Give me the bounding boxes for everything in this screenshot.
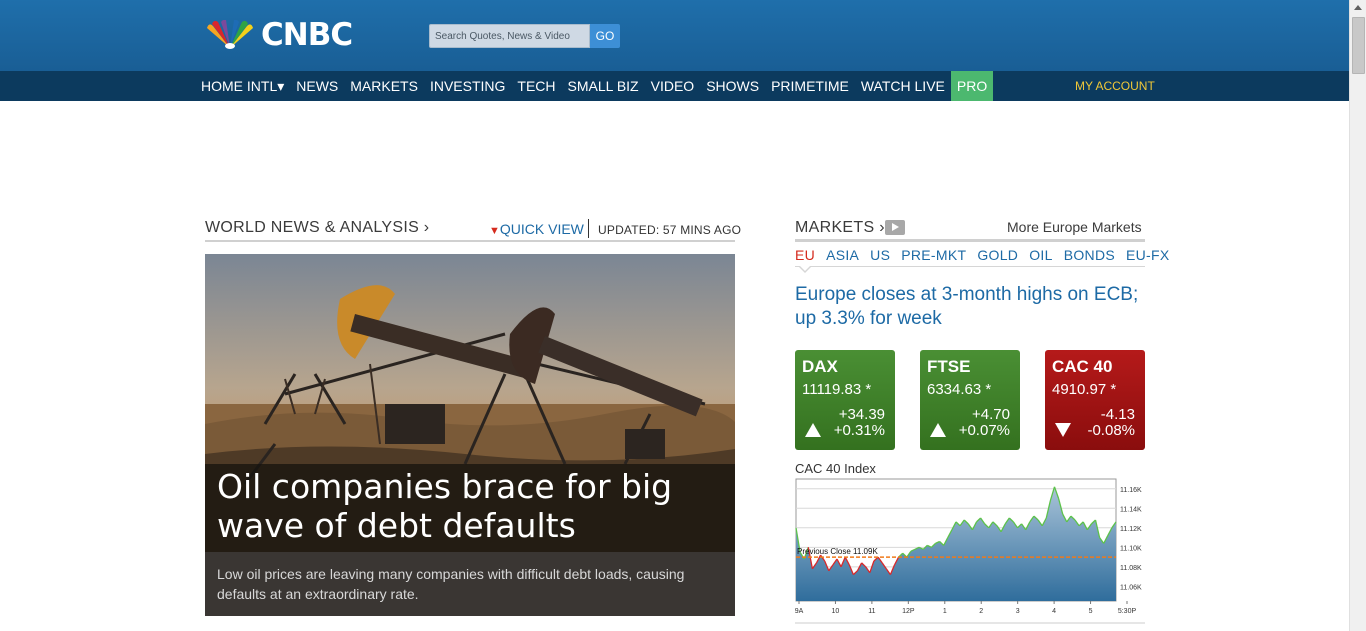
- cnbc-logo[interactable]: CNBC: [205, 18, 395, 52]
- ticker-name: FTSE: [927, 357, 971, 376]
- tab-gold[interactable]: GOLD: [977, 247, 1018, 263]
- ticker-change: +34.39: [838, 406, 885, 423]
- down-arrow-icon: [1055, 423, 1071, 437]
- main-nav: HOME INTL▾ NEWS MARKETS INVESTING TECH S…: [0, 71, 1349, 101]
- previous-close-label: Previous Close 11.09K: [797, 547, 878, 556]
- logo-wordmark: CNBC: [261, 17, 353, 53]
- ticker-percent: -0.08%: [1087, 422, 1135, 439]
- top-bar: CNBC Search Quotes, News & Video GO: [0, 0, 1349, 71]
- chart-title: CAC 40 Index: [795, 461, 876, 476]
- active-tab-pointer-icon: [798, 265, 812, 273]
- nav-item-shows[interactable]: SHOWS: [700, 71, 765, 101]
- hero-summary: Low oil prices are leaving many companie…: [217, 566, 685, 602]
- updated-timestamp: UPDATED: 57 MINS AGO: [598, 223, 742, 237]
- tab-eu[interactable]: EU: [795, 247, 815, 263]
- ticker-name: DAX: [802, 357, 838, 376]
- ticker-value: 6334.63 *: [927, 381, 992, 398]
- ticker-card-cac-40[interactable]: CAC 40 4910.97 * -4.13 -0.08%: [1045, 350, 1145, 450]
- quick-view-toggle[interactable]: ▼QUICK VIEW: [489, 221, 584, 237]
- divider: [588, 219, 589, 238]
- y-tick-label: 11.14K: [1120, 506, 1142, 513]
- cac-40-intraday-chart[interactable]: 11.16K 11.14K 11.12K 11.10K 11.08K 11.06K Prev…: [795, 478, 1145, 624]
- ticker-card-ftse[interactable]: FTSE 6334.63 * +4.70 +0.07%: [920, 350, 1020, 450]
- hero-headline[interactable]: Oil companies brace for big wave of debt…: [217, 467, 727, 545]
- play-video-icon[interactable]: [885, 220, 905, 235]
- x-tick-label: 3: [1016, 608, 1020, 615]
- ticker-value: 4910.97 *: [1052, 381, 1117, 398]
- x-tick-label: 5:30P: [1118, 608, 1137, 615]
- nav-item-tech[interactable]: TECH: [511, 71, 561, 101]
- nav-item-investing[interactable]: INVESTING: [424, 71, 511, 101]
- ticker-change: -4.13: [1100, 406, 1135, 423]
- more-europe-markets-link[interactable]: More Europe Markets: [1007, 219, 1142, 235]
- world-news-heading[interactable]: WORLD NEWS & ANALYSIS ›: [205, 219, 429, 237]
- tab-oil[interactable]: OIL: [1029, 247, 1052, 263]
- ticker-change: +4.70: [972, 406, 1010, 423]
- nav-item-watch-live[interactable]: WATCH LIVE: [855, 71, 951, 101]
- x-tick-label: 5: [1089, 608, 1093, 615]
- x-tick-label: 11: [868, 608, 875, 615]
- nav-item-home[interactable]: HOME INTL▾: [195, 71, 290, 101]
- y-tick-label: 11.12K: [1120, 526, 1142, 533]
- dropdown-triangle-icon: ▼: [489, 225, 500, 237]
- chart-svg: 11.16K 11.14K 11.12K 11.10K 11.08K 11.06K Prev…: [795, 478, 1145, 624]
- peacock-icon: [207, 20, 253, 49]
- search-go-button[interactable]: GO: [590, 24, 620, 48]
- x-tick-label: 9A: [795, 608, 804, 615]
- x-tick-label: 2: [979, 608, 983, 615]
- scroll-up-icon[interactable]: [1354, 5, 1362, 10]
- y-tick-label: 11.16K: [1120, 487, 1142, 494]
- page-scrollbar[interactable]: [1349, 0, 1366, 631]
- ticker-value: 11119.83 *: [802, 381, 872, 398]
- section-rule: [795, 239, 1145, 242]
- tab-asia[interactable]: ASIA: [826, 247, 859, 263]
- nav-list: HOME INTL▾ NEWS MARKETS INVESTING TECH S…: [195, 71, 994, 101]
- my-account-link[interactable]: MY ACCOUNT: [1075, 71, 1155, 101]
- ticker-name: CAC 40: [1052, 357, 1113, 376]
- market-tabs: EU ASIA US PRE-MKT GOLD OIL BONDS EU-FX: [795, 247, 1181, 263]
- y-tick-label: 11.10K: [1120, 545, 1142, 552]
- x-tick-label: 1: [943, 608, 947, 615]
- x-tick-label: 10: [832, 608, 840, 615]
- markets-headline[interactable]: Europe closes at 3-month highs on ECB; u…: [795, 283, 1145, 331]
- ticker-percent: +0.07%: [958, 422, 1010, 439]
- up-arrow-icon: [805, 423, 821, 437]
- section-rule: [205, 240, 735, 242]
- y-tick-label: 11.08K: [1120, 565, 1142, 572]
- tab-underline: [795, 266, 1145, 267]
- tab-pre-mkt[interactable]: PRE-MKT: [901, 247, 966, 263]
- markets-heading[interactable]: MARKETS ›: [795, 219, 885, 237]
- search-input[interactable]: Search Quotes, News & Video: [429, 24, 590, 48]
- tab-eu-fx[interactable]: EU-FX: [1126, 247, 1170, 263]
- scroll-thumb[interactable]: [1352, 17, 1365, 74]
- x-tick-label: 12P: [902, 608, 915, 615]
- ticker-percent: +0.31%: [833, 422, 885, 439]
- x-tick-label: 4: [1052, 608, 1056, 615]
- ticker-card-dax[interactable]: DAX 11119.83 * +34.39 +0.31%: [795, 350, 895, 450]
- y-tick-label: 11.06K: [1120, 584, 1142, 591]
- hero-story[interactable]: Oil companies brace for big wave of debt…: [205, 254, 735, 616]
- nav-item-small-biz[interactable]: SMALL BIZ: [562, 71, 645, 101]
- nav-item-video[interactable]: VIDEO: [645, 71, 701, 101]
- nav-item-news[interactable]: NEWS: [290, 71, 344, 101]
- up-arrow-icon: [930, 423, 946, 437]
- nav-item-pro[interactable]: PRO: [950, 71, 994, 101]
- tab-bonds[interactable]: BONDS: [1064, 247, 1115, 263]
- nav-item-markets[interactable]: MARKETS: [344, 71, 424, 101]
- tab-us[interactable]: US: [870, 247, 890, 263]
- quick-view-label: QUICK VIEW: [499, 221, 584, 237]
- nav-item-primetime[interactable]: PRIMETIME: [765, 71, 855, 101]
